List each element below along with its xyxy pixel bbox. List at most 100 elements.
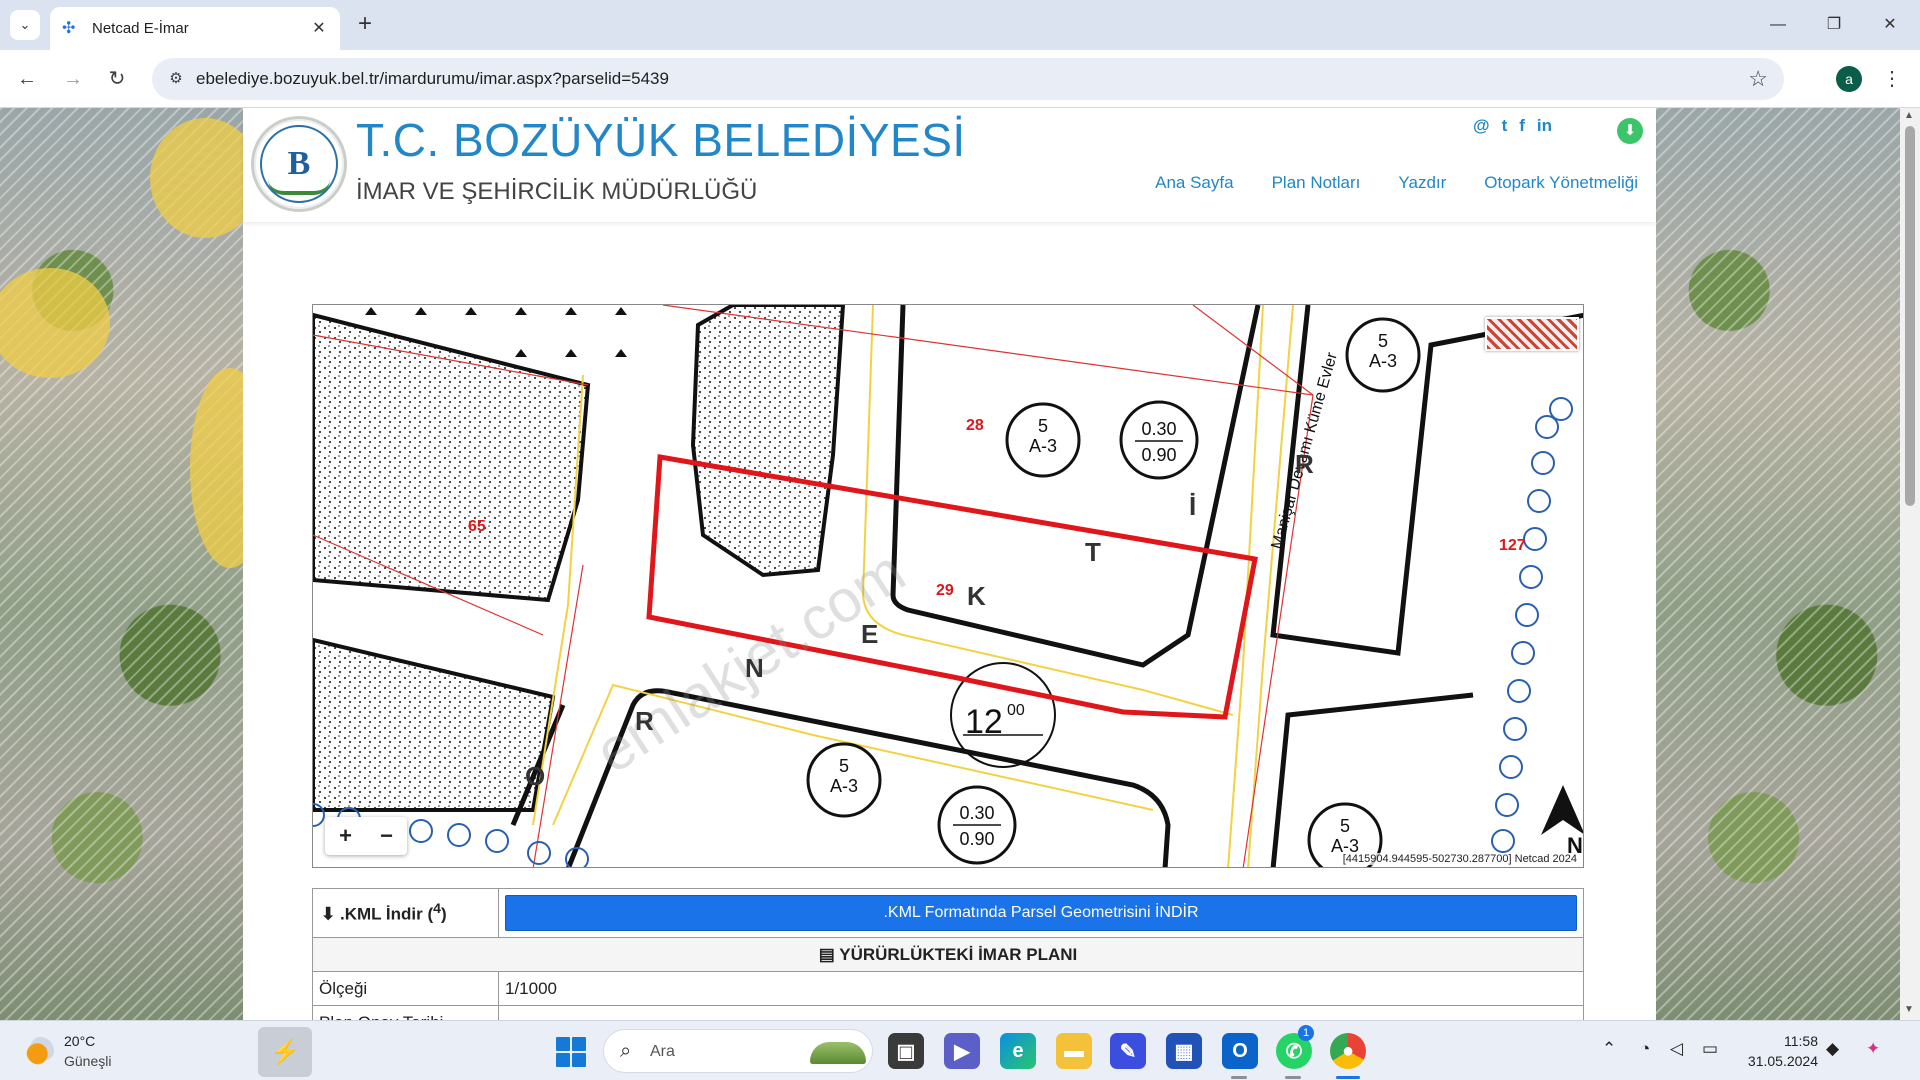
road-letter: E: [861, 619, 878, 649]
whatsapp-badge: 1: [1298, 1025, 1314, 1041]
new-tab-icon[interactable]: +: [352, 12, 378, 38]
zoom-in-button[interactable]: +: [325, 817, 366, 855]
road-edges: [532, 305, 1294, 867]
ratio-bottom-label: 0.90: [959, 829, 994, 849]
file-explorer-icon[interactable]: ▬: [1056, 1033, 1092, 1069]
parcel-info-table: ⬇ .KML İndir (4) .KML Formatında Parsel …: [312, 888, 1584, 1020]
search-highlight-icon: [810, 1042, 866, 1064]
notifications-icon[interactable]: ◆: [1826, 1039, 1839, 1059]
page-scrollbar[interactable]: ▲ ▼: [1900, 108, 1920, 1020]
url-text[interactable]: ebelediye.bozuyuk.bel.tr/imardurumu/imar…: [196, 69, 669, 89]
site-title: T.C. BOZÜYÜK BELEDİYESİ: [356, 114, 966, 166]
edge-browser-icon[interactable]: e: [1000, 1033, 1036, 1069]
bookmark-star-icon[interactable]: ☆: [1748, 66, 1768, 92]
site-header: B T.C. BOZÜYÜK BELEDİYESİ İMAR VE ŞEHİRC…: [243, 108, 1656, 222]
zone-code-label: A-3: [1369, 351, 1397, 371]
taskbar-search[interactable]: ⌕ Ara: [603, 1029, 873, 1073]
scroll-down-icon[interactable]: ▼: [1904, 1004, 1914, 1015]
browser-menu-icon[interactable]: ⋮: [1880, 64, 1904, 94]
task-view-icon[interactable]: ▣: [888, 1033, 924, 1069]
nav-yazdir[interactable]: Yazdır: [1398, 173, 1446, 193]
map-coordinates: [4415904.944595-502730.287700] Netcad 20…: [1340, 853, 1579, 865]
parcel-number-127: 127: [1499, 537, 1526, 554]
parcel-number-29: 29: [936, 582, 954, 599]
road-width-decimals: 00: [1007, 702, 1025, 719]
download-icon: ⬇: [321, 904, 340, 924]
close-window-icon[interactable]: ✕: [1870, 10, 1910, 40]
linkedin-icon[interactable]: in: [1537, 116, 1552, 136]
basemap-layer-toggle[interactable]: [1485, 317, 1579, 351]
scroll-thumb[interactable]: [1905, 126, 1915, 506]
clock-time[interactable]: 11:58: [1770, 1033, 1818, 1049]
road-letter: O: [525, 761, 545, 791]
kml-download-label[interactable]: ⬇ .KML İndir (4): [312, 888, 499, 938]
zoom-out-button[interactable]: −: [366, 817, 407, 855]
nav-plan-notlari[interactable]: Plan Notları: [1272, 173, 1361, 193]
outlook-icon[interactable]: O: [1222, 1033, 1258, 1069]
road-letter: R: [635, 706, 654, 736]
nav-otopark-yonetmeligi[interactable]: Otopark Yönetmeliği: [1484, 173, 1638, 193]
editor-app-icon[interactable]: ✎: [1110, 1033, 1146, 1069]
ratio-bottom-label: 0.90: [1141, 445, 1176, 465]
nav-ana-sayfa[interactable]: Ana Sayfa: [1155, 173, 1233, 193]
search-placeholder: Ara: [650, 1043, 675, 1060]
tab-search-dropdown-icon[interactable]: ⌄: [10, 10, 40, 40]
kml-download-button[interactable]: .KML Formatında Parsel Geometrisini İNDİ…: [505, 895, 1577, 931]
green-area-southwest: [313, 637, 556, 812]
block-outlines: [510, 305, 1583, 867]
chrome-icon[interactable]: ●: [1330, 1033, 1366, 1069]
scale-label: Ölçeği: [312, 971, 499, 1006]
download-icon[interactable]: ⬇: [1617, 118, 1643, 144]
browser-toolbar: ← → ↻ ⚙ ebelediye.bozuyuk.bel.tr/imardur…: [0, 50, 1920, 108]
ratio-top-label: 0.30: [1141, 419, 1176, 439]
close-tab-icon[interactable]: ✕: [308, 18, 330, 40]
browser-tab[interactable]: ✣ Netcad E-İmar ✕: [50, 7, 340, 50]
green-area-northwest: [313, 312, 591, 603]
zone-floor-label: 5: [839, 756, 849, 776]
document-icon: ▤: [818, 944, 840, 964]
weather-description[interactable]: Güneşli: [64, 1053, 111, 1069]
profile-avatar[interactable]: a: [1836, 66, 1862, 92]
tab-title: Netcad E-İmar: [92, 20, 189, 37]
copilot-icon[interactable]: ✦: [1866, 1039, 1880, 1059]
road-letter: N: [745, 653, 764, 683]
zone-floor-label: 5: [1038, 416, 1048, 436]
twitter-icon[interactable]: t: [1502, 116, 1508, 136]
wifi-icon[interactable]: ◔: [1640, 1039, 1650, 1059]
windows-start-icon[interactable]: [556, 1037, 586, 1067]
municipality-logo[interactable]: B: [251, 116, 347, 212]
north-arrow-icon: [1541, 785, 1583, 835]
teams-chat-icon[interactable]: ▶: [944, 1033, 980, 1069]
background-aerial-left: [0, 108, 270, 1020]
zone-floor-label: 5: [1340, 816, 1350, 836]
forward-icon[interactable]: →: [58, 64, 88, 94]
zone-code-label: A-3: [830, 776, 858, 796]
social-links: @ t f in: [1473, 116, 1552, 136]
netcad-favicon-icon: ✣: [62, 19, 76, 37]
clock-date[interactable]: 31.05.2024: [1736, 1053, 1818, 1069]
weather-icon[interactable]: [26, 1037, 54, 1065]
background-aerial-right: [1656, 108, 1900, 1020]
site-nav: Ana Sayfa Plan Notları Yazdır Otopark Yö…: [1155, 173, 1638, 193]
plan-section-header: ▤ YÜRÜRLÜKTEKİ İMAR PLANI: [312, 937, 1584, 972]
back-icon[interactable]: ←: [12, 64, 42, 94]
volume-icon[interactable]: ◁: [1670, 1039, 1683, 1059]
road-letter: K: [967, 581, 986, 611]
facebook-icon[interactable]: f: [1519, 116, 1525, 136]
email-icon[interactable]: @: [1473, 116, 1490, 136]
zoning-map[interactable]: emlakjet.com 28 29 65 127 Manişar Devamı…: [312, 304, 1584, 868]
microsoft-store-icon[interactable]: ▦: [1166, 1033, 1202, 1069]
pinned-app-icon[interactable]: ⚡: [258, 1027, 312, 1077]
restore-icon[interactable]: ❐: [1814, 10, 1854, 40]
page-content: B T.C. BOZÜYÜK BELEDİYESİ İMAR VE ŞEHİRC…: [243, 108, 1656, 1020]
map-canvas: emlakjet.com 28 29 65 127 Manişar Devamı…: [313, 305, 1583, 867]
browser-tab-bar: ⌄ ✣ Netcad E-İmar ✕ + — ❐ ✕: [0, 0, 1920, 50]
minimize-icon[interactable]: —: [1758, 10, 1798, 40]
battery-icon[interactable]: ▭: [1702, 1039, 1718, 1059]
show-hidden-icons-icon[interactable]: ⌃: [1602, 1039, 1616, 1059]
site-settings-icon[interactable]: ⚙: [166, 69, 186, 89]
reload-icon[interactable]: ↻: [102, 64, 132, 94]
scroll-up-icon[interactable]: ▲: [1904, 110, 1914, 121]
weather-temperature[interactable]: 20°C: [64, 1033, 95, 1049]
address-bar[interactable]: ⚙ ebelediye.bozuyuk.bel.tr/imardurumu/im…: [152, 58, 1784, 100]
